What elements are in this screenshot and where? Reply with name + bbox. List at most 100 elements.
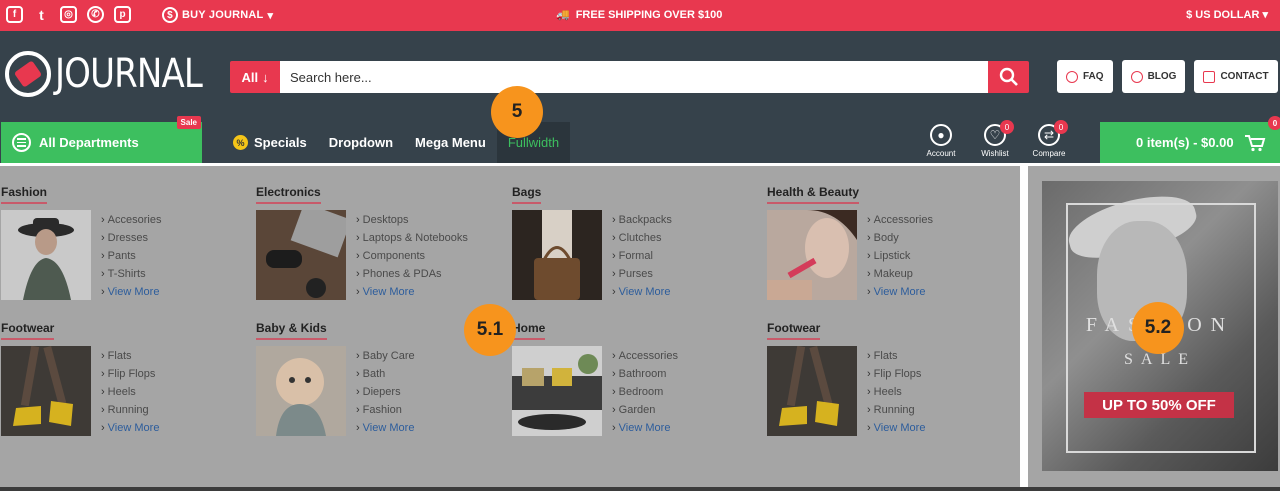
category-link[interactable]: Dresses <box>101 229 161 247</box>
all-departments-button[interactable]: All Departments Sale <box>1 116 202 163</box>
category-link[interactable]: Flip Flops <box>101 365 159 383</box>
category-link[interactable]: Formal <box>612 247 672 265</box>
twitter-icon[interactable]: t <box>33 6 50 23</box>
search-input[interactable] <box>280 61 988 93</box>
category-image[interactable] <box>256 346 346 436</box>
view-more-link[interactable]: View More <box>356 419 415 437</box>
category-title[interactable]: Baby & Kids <box>256 321 327 340</box>
category-title[interactable]: Fashion <box>1 185 48 204</box>
category-link[interactable]: Laptops & Notebooks <box>356 229 468 247</box>
category-link[interactable]: Phones & PDAs <box>356 265 468 283</box>
category-link[interactable]: Bathroom <box>612 365 678 383</box>
view-more-link[interactable]: View More <box>612 283 672 301</box>
search-category-label: All <box>241 69 259 85</box>
view-more-link[interactable]: View More <box>867 419 926 437</box>
category-link[interactable]: Makeup <box>867 265 933 283</box>
category-link[interactable]: Running <box>867 401 925 419</box>
category-health-beauty: Health & Beauty Accessories Body Lipstic… <box>767 183 1007 301</box>
instagram-icon[interactable]: ◎ <box>60 6 77 23</box>
header: JOURNAL All ↓ FAQ BLOG CONTACT A <box>0 31 1280 163</box>
category-title[interactable]: Health & Beauty <box>767 185 860 204</box>
category-image[interactable] <box>512 210 602 300</box>
contact-label: CONTACT <box>1220 71 1269 82</box>
nav-item-specials[interactable]: % Specials <box>222 122 318 163</box>
category-title[interactable]: Footwear <box>1 321 55 340</box>
category-link[interactable]: Accessories <box>867 211 933 229</box>
category-link[interactable]: Bath <box>356 365 415 383</box>
wishlist-link[interactable]: ♡ 0 Wishlist <box>974 120 1016 158</box>
category-image[interactable] <box>256 210 346 300</box>
category-link[interactable]: Garden <box>612 401 678 419</box>
currency-label: $ US DOLLAR <box>1186 9 1260 21</box>
whatsapp-icon[interactable]: ✆ <box>87 6 104 23</box>
category-link[interactable]: Backpacks <box>612 211 672 229</box>
category-link[interactable]: Pants <box>101 247 161 265</box>
view-more-link[interactable]: View More <box>356 283 468 301</box>
category-image[interactable] <box>767 346 857 436</box>
category-title[interactable]: Home <box>512 321 546 340</box>
chat-icon <box>1130 70 1143 83</box>
category-link[interactable]: Bedroom <box>612 383 678 401</box>
category-link[interactable]: Purses <box>612 265 672 283</box>
sale-badge: Sale <box>176 116 201 129</box>
category-link[interactable]: Components <box>356 247 468 265</box>
category-link[interactable]: Heels <box>101 383 159 401</box>
percent-icon: % <box>233 135 248 150</box>
compare-link[interactable]: ⇄ 0 Compare <box>1028 120 1070 158</box>
buy-journal-link[interactable]: $ BUY JOURNAL ▾ <box>162 7 273 23</box>
category-link[interactable]: Running <box>101 401 159 419</box>
view-more-link[interactable]: View More <box>101 283 161 301</box>
currency-selector[interactable]: $ US DOLLAR ▾ <box>1186 8 1268 21</box>
category-title[interactable]: Footwear <box>767 321 821 340</box>
category-link[interactable]: Flats <box>101 347 159 365</box>
view-more-link[interactable]: View More <box>101 419 160 437</box>
category-link[interactable]: Heels <box>867 383 925 401</box>
category-image[interactable] <box>512 346 602 436</box>
search-category-select[interactable]: All ↓ <box>230 61 280 93</box>
blog-label: BLOG <box>1147 71 1177 82</box>
category-link[interactable]: Lipstick <box>867 247 933 265</box>
compare-label: Compare <box>1032 149 1066 158</box>
category-image[interactable] <box>767 210 857 300</box>
logo[interactable]: JOURNAL <box>5 51 228 97</box>
dollar-icon: $ <box>162 7 178 23</box>
nav-item-dropdown[interactable]: Dropdown <box>318 122 404 163</box>
nav-item-mega-menu[interactable]: Mega Menu <box>404 122 497 163</box>
category-title[interactable]: Electronics <box>256 185 321 204</box>
shipping-text: FREE SHIPPING OVER $100 <box>575 8 723 21</box>
cart-button[interactable]: 0 item(s) - $0.00 0 <box>1100 116 1280 163</box>
annotation-marker: 5 <box>491 86 543 138</box>
cart-count: 0 <box>1268 116 1280 130</box>
account-link[interactable]: ● Account <box>920 122 962 158</box>
category-link[interactable]: Fashion <box>356 401 415 419</box>
category-link[interactable]: T-Shirts <box>101 265 161 283</box>
category-link[interactable]: Clutches <box>612 229 672 247</box>
category-link[interactable]: Diepers <box>356 383 415 401</box>
category-footwear: Footwear Flats Flip Flops Heels Running … <box>1 319 241 437</box>
truck-icon: 🚚 <box>556 9 570 21</box>
contact-button[interactable]: CONTACT <box>1194 60 1278 93</box>
category-link[interactable]: Accesories <box>101 211 162 229</box>
view-more-link[interactable]: View More <box>867 283 933 301</box>
category-image[interactable] <box>1 346 91 436</box>
category-link[interactable]: Desktops <box>356 211 468 229</box>
view-more-link[interactable]: View More <box>612 419 678 437</box>
search-button[interactable] <box>988 61 1029 93</box>
tag-icon <box>5 51 51 97</box>
category-title[interactable]: Bags <box>512 185 542 204</box>
facebook-icon[interactable]: f <box>6 6 23 23</box>
blog-button[interactable]: BLOG <box>1121 60 1186 93</box>
category-link[interactable]: Body <box>867 229 933 247</box>
pinterest-icon[interactable]: p <box>114 6 131 23</box>
nav-label-dropdown: Dropdown <box>328 135 394 150</box>
category-link[interactable]: Baby Care <box>356 347 415 365</box>
page-content-edge <box>0 487 1280 491</box>
account-label: Account <box>926 149 956 158</box>
category-link[interactable]: Flip Flops <box>867 365 925 383</box>
menu-icon <box>12 133 31 152</box>
divider <box>1020 166 1028 491</box>
category-link[interactable]: Accessories <box>612 347 678 365</box>
category-link[interactable]: Flats <box>867 347 925 365</box>
category-image[interactable] <box>1 210 91 300</box>
faq-button[interactable]: FAQ <box>1057 60 1113 93</box>
